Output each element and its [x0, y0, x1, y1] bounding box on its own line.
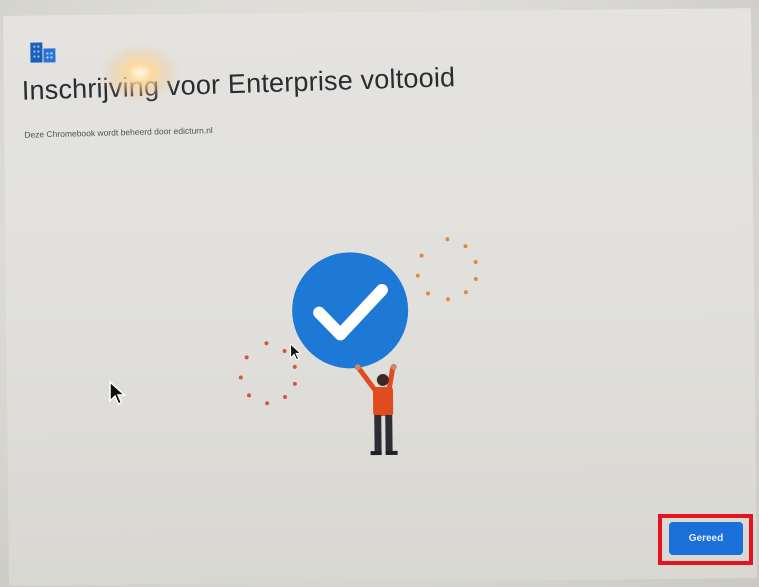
done-button[interactable]: Gereed: [669, 522, 743, 555]
page-title: Inschrijving voor Enterprise voltooid: [21, 62, 456, 106]
mouse-pointer-icon: [109, 380, 127, 406]
confetti-ring-right: [415, 237, 478, 302]
camera-glare: [100, 44, 180, 102]
enterprise-building-icon: [30, 42, 56, 63]
person-figure: [354, 363, 398, 456]
mouse-pointer-icon: [289, 342, 302, 361]
enrollment-complete-illustration: [238, 237, 478, 456]
checkmark-circle-icon: [292, 252, 409, 369]
managed-by-text: Deze Chromebook wordt beheerd door edict…: [24, 125, 213, 140]
confetti-ring-left: [238, 341, 297, 406]
